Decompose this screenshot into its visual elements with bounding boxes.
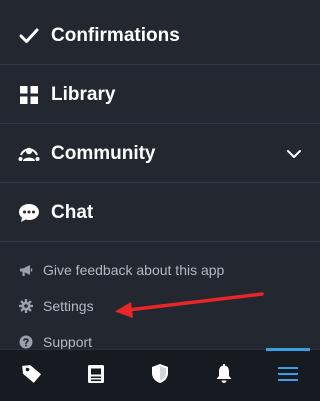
- tab-news[interactable]: [64, 350, 128, 401]
- chat-bubble-icon: [18, 202, 40, 224]
- support-label: Support: [43, 334, 93, 350]
- menu-item-library[interactable]: Library: [0, 66, 320, 124]
- menu-item-label: Confirmations: [51, 24, 180, 46]
- feedback-link[interactable]: Give feedback about this app: [0, 255, 320, 285]
- shield-icon: [151, 363, 169, 389]
- tab-store[interactable]: [0, 350, 64, 401]
- menu-item-label: Chat: [51, 201, 94, 223]
- tab-notifications[interactable]: [192, 350, 256, 401]
- tab-guard[interactable]: [128, 350, 192, 401]
- news-icon: [87, 364, 105, 389]
- settings-link[interactable]: Settings: [0, 291, 320, 321]
- question-icon: [19, 335, 33, 349]
- settings-label: Settings: [43, 298, 94, 314]
- menu-item-label: Community: [51, 142, 156, 164]
- hamburger-menu-icon: [278, 366, 298, 387]
- feedback-label: Give feedback about this app: [43, 262, 225, 278]
- bottom-navigation: [0, 348, 320, 401]
- chevron-down-icon[interactable]: [286, 146, 302, 162]
- menu-item-community[interactable]: Community: [0, 125, 320, 183]
- gear-icon: [19, 299, 33, 313]
- checkmark-icon: [18, 25, 40, 47]
- bell-icon: [215, 363, 233, 389]
- megaphone-icon: [19, 263, 33, 277]
- menu-item-confirmations[interactable]: Confirmations: [0, 7, 320, 65]
- menu-item-chat[interactable]: Chat: [0, 184, 320, 242]
- grid-icon: [18, 84, 40, 106]
- menu-item-label: Library: [51, 83, 116, 105]
- tag-icon: [21, 363, 43, 390]
- community-icon: [18, 143, 40, 165]
- tab-menu[interactable]: [256, 350, 320, 401]
